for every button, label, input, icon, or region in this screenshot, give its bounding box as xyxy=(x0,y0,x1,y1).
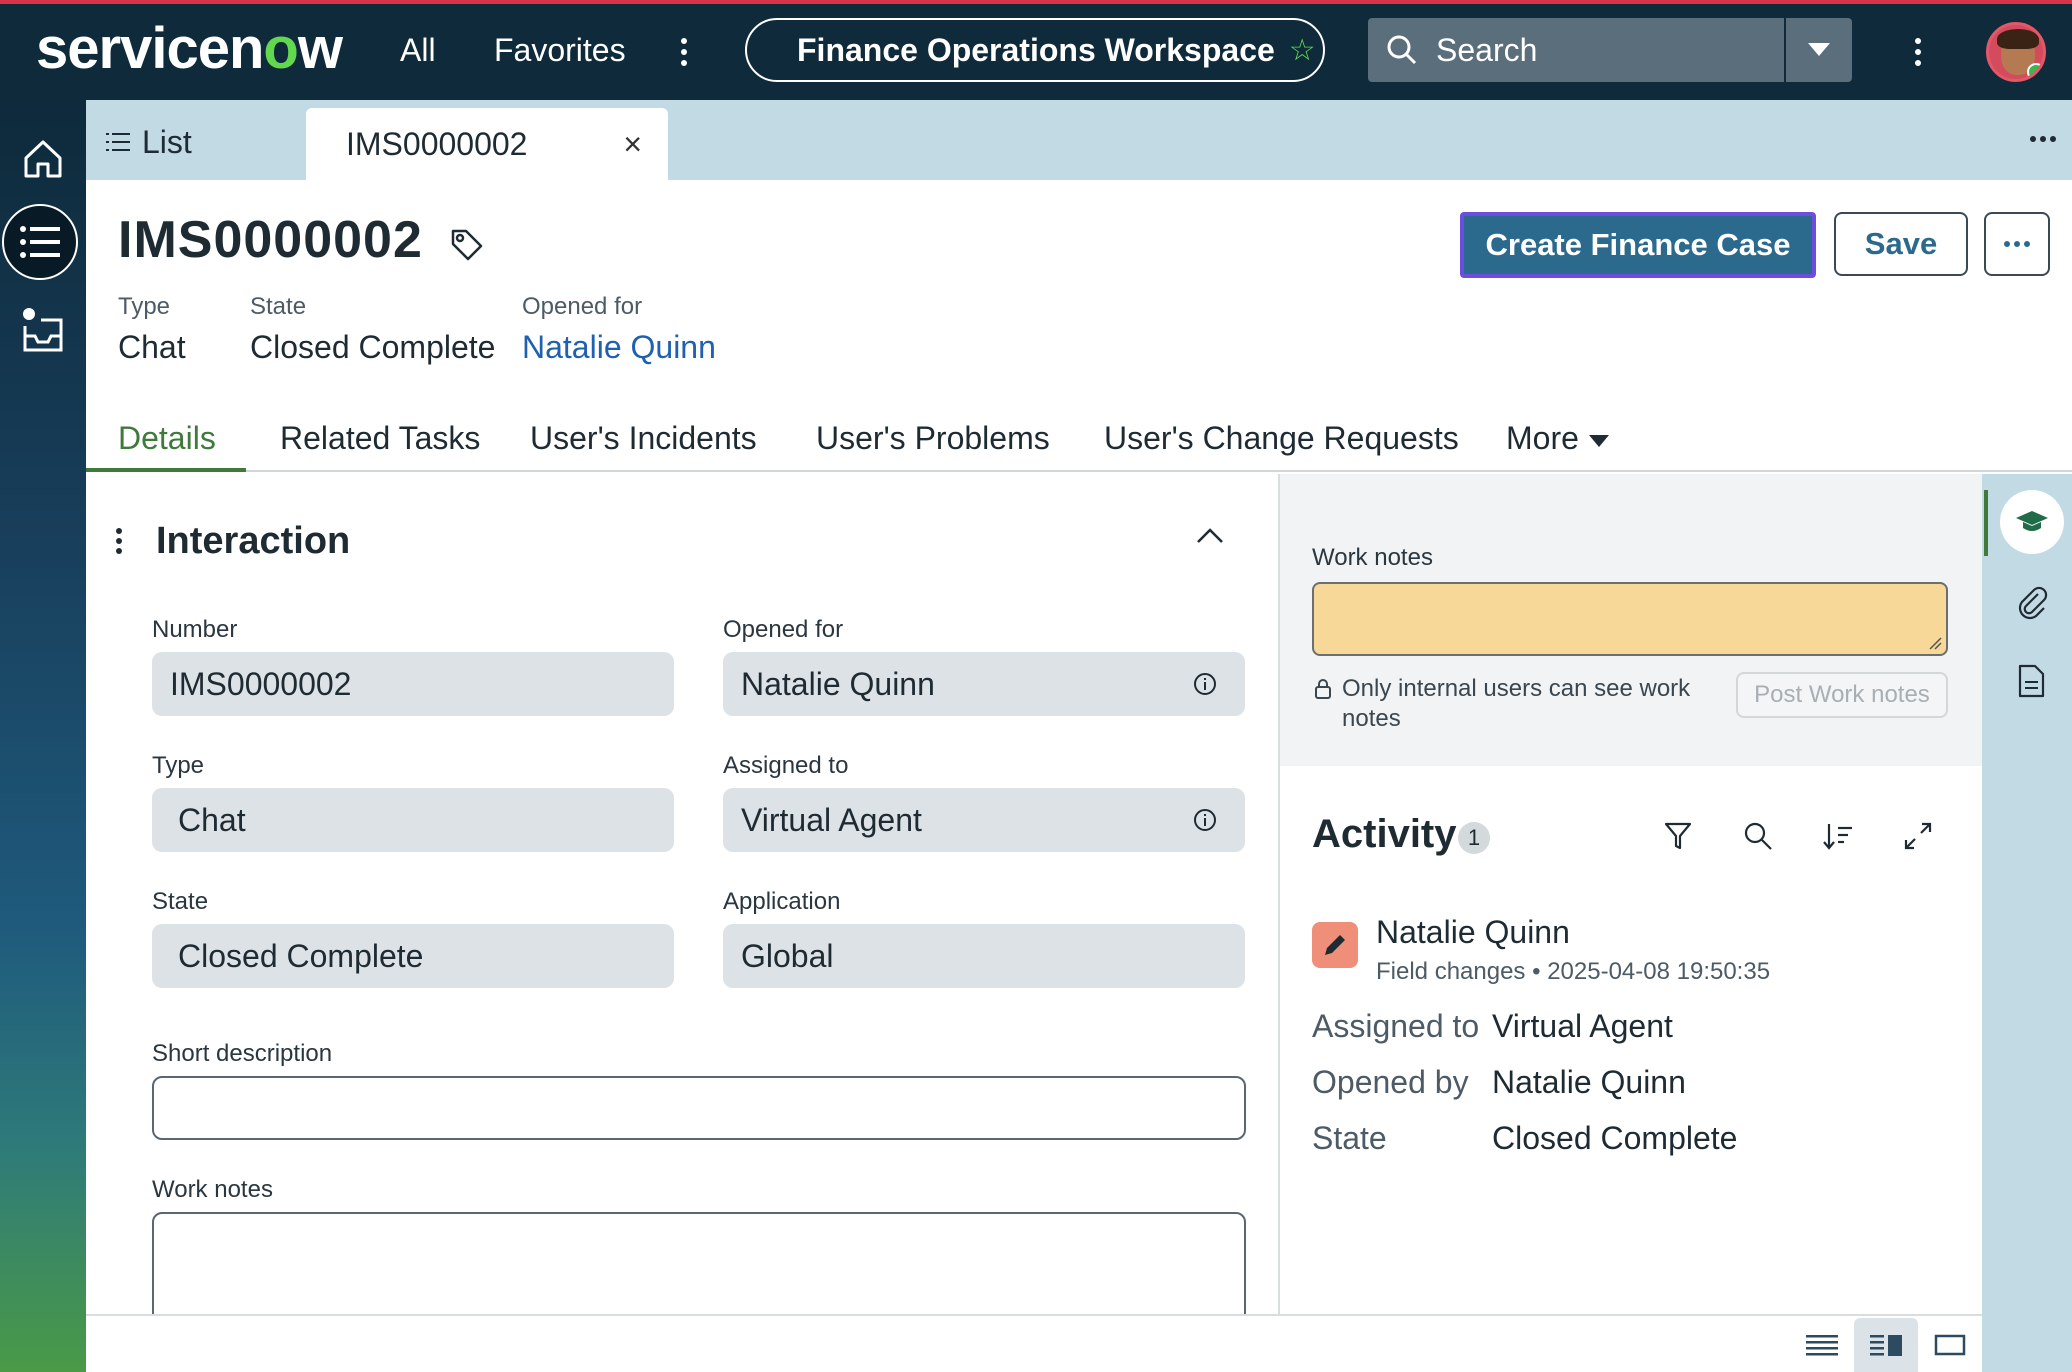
graduation-cap-icon[interactable] xyxy=(2000,490,2064,554)
search-scope-dropdown[interactable] xyxy=(1786,18,1852,82)
workspace-selector[interactable]: Finance Operations Workspace ☆ xyxy=(745,18,1325,82)
change-field-value: Virtual Agent xyxy=(1492,1008,1673,1044)
info-icon[interactable] xyxy=(1193,672,1217,696)
tab-list[interactable]: List xyxy=(106,120,192,164)
search-icon xyxy=(1387,35,1417,65)
type-field[interactable]: Chat xyxy=(152,788,674,852)
tab-overflow-icon[interactable] xyxy=(2030,136,2056,142)
close-icon[interactable]: × xyxy=(623,126,642,163)
work-notes-panel-label: Work notes xyxy=(1312,544,1433,571)
state-label: State xyxy=(152,888,209,915)
change-field-value: Closed Complete xyxy=(1492,1120,1738,1156)
activity-author[interactable]: Natalie Quinn xyxy=(1376,914,1570,951)
chevron-down-icon xyxy=(1808,43,1830,56)
split-view-icon[interactable] xyxy=(1854,1318,1918,1372)
more-menu-icon[interactable] xyxy=(680,38,688,71)
paperclip-icon[interactable] xyxy=(2016,584,2048,620)
change-field-label: State xyxy=(1312,1120,1387,1156)
side-rail-active-indicator xyxy=(1984,490,1988,556)
info-icon[interactable] xyxy=(1193,808,1217,832)
workspace-tab-strip: List IMS0000002 × xyxy=(86,100,2072,180)
activity-count-badge: 1 xyxy=(1458,822,1490,854)
global-search[interactable] xyxy=(1368,18,1784,82)
work-notes-input[interactable] xyxy=(1312,582,1948,656)
search-input[interactable] xyxy=(1436,31,1736,69)
work-notes-textarea[interactable] xyxy=(152,1212,1246,1314)
short-description-label: Short description xyxy=(152,1040,333,1067)
left-navigation-rail xyxy=(0,100,86,1372)
user-avatar[interactable] xyxy=(1986,22,2046,82)
tab-record[interactable]: IMS0000002 × xyxy=(306,108,668,180)
document-icon[interactable] xyxy=(2016,664,2046,698)
top-navigation-bar: servicenow All Favorites Finance Operati… xyxy=(0,0,2072,100)
meta-opened-for: Opened for Natalie Quinn xyxy=(522,292,716,370)
work-notes-panel: Work notes Only internal users can see w… xyxy=(1280,474,1982,766)
form-tabs: Details Related Tasks User's Incidents U… xyxy=(86,412,2072,472)
short-description-input[interactable] xyxy=(152,1076,1246,1140)
single-view-icon[interactable] xyxy=(1918,1318,1982,1372)
assigned-to-field[interactable]: Virtual Agent xyxy=(723,788,1245,852)
all-menu[interactable]: All xyxy=(400,30,436,70)
list-icon[interactable] xyxy=(2,204,78,280)
number-label: Number xyxy=(152,616,238,643)
activity-search-icon[interactable] xyxy=(1742,820,1774,852)
active-tab-indicator xyxy=(86,468,246,472)
save-button[interactable]: Save xyxy=(1834,212,1968,276)
tab-details[interactable]: Details xyxy=(118,420,216,472)
application-label: Application xyxy=(723,888,841,915)
meta-state: State Closed Complete xyxy=(250,293,496,365)
application-field[interactable]: Global xyxy=(723,924,1245,988)
home-icon[interactable] xyxy=(8,124,78,194)
change-field-label: Assigned to xyxy=(1312,1008,1480,1044)
state-field[interactable]: Closed Complete xyxy=(152,924,674,988)
inbox-icon[interactable] xyxy=(8,296,78,366)
change-field-value: Natalie Quinn xyxy=(1492,1064,1686,1100)
type-label: Type xyxy=(152,752,205,779)
tab-users-incidents[interactable]: User's Incidents xyxy=(530,420,757,472)
list-lines-icon xyxy=(106,133,130,151)
number-field[interactable]: IMS0000002 xyxy=(152,652,674,716)
opened-for-label: Opened for xyxy=(723,616,844,643)
activity-meta: Field changes • 2025-04-08 19:50:35 xyxy=(1376,958,1771,985)
visibility-note: Only internal users can see work notes xyxy=(1314,674,1702,734)
tab-users-change-requests[interactable]: User's Change Requests xyxy=(1104,420,1459,472)
online-status-icon xyxy=(2027,63,2043,79)
form-section: Interaction Number IMS0000002 Opened for… xyxy=(86,474,1280,1314)
caret-down-icon xyxy=(1588,434,1609,447)
assigned-to-label: Assigned to xyxy=(723,752,849,779)
create-finance-case-button[interactable]: Create Finance Case xyxy=(1460,212,1816,278)
resize-handle-icon[interactable] xyxy=(1928,636,1942,650)
opened-for-link[interactable]: Natalie Quinn xyxy=(522,324,716,370)
tag-icon[interactable] xyxy=(450,228,484,262)
star-icon[interactable]: ☆ xyxy=(1289,33,1316,68)
expand-icon[interactable] xyxy=(1902,820,1934,852)
tab-users-problems[interactable]: User's Problems xyxy=(816,420,1050,472)
user-menu-more-icon[interactable] xyxy=(1914,38,1922,71)
meta-type: Type Chat xyxy=(118,293,186,365)
workspace-name: Finance Operations Workspace xyxy=(797,31,1275,68)
activity-title: Activity xyxy=(1312,812,1457,856)
section-menu-icon[interactable] xyxy=(116,528,122,558)
tab-list-label: List xyxy=(142,123,192,160)
tab-related-tasks[interactable]: Related Tasks xyxy=(280,420,480,472)
favorites-menu[interactable]: Favorites xyxy=(494,30,626,70)
tab-record-label: IMS0000002 xyxy=(346,125,528,162)
change-field-label: Opened by xyxy=(1312,1064,1469,1100)
pencil-icon xyxy=(1325,935,1345,955)
post-work-notes-button[interactable]: Post Work notes xyxy=(1736,672,1948,718)
compact-list-icon[interactable] xyxy=(1790,1318,1854,1372)
filter-icon[interactable] xyxy=(1662,820,1694,852)
record-title: IMS0000002 xyxy=(118,211,423,269)
chevron-up-icon[interactable] xyxy=(1196,526,1224,544)
field-change-avatar xyxy=(1312,922,1358,968)
sort-icon[interactable] xyxy=(1822,820,1854,852)
view-options-bar xyxy=(86,1314,1982,1372)
section-title: Interaction xyxy=(156,520,351,562)
work-notes-label: Work notes xyxy=(152,1176,273,1203)
opened-for-field[interactable]: Natalie Quinn xyxy=(723,652,1245,716)
more-actions-button[interactable] xyxy=(1984,212,2050,276)
servicenow-logo[interactable]: servicenow xyxy=(36,14,343,84)
lock-icon xyxy=(1315,679,1331,699)
tab-more[interactable]: More xyxy=(1506,420,1609,472)
